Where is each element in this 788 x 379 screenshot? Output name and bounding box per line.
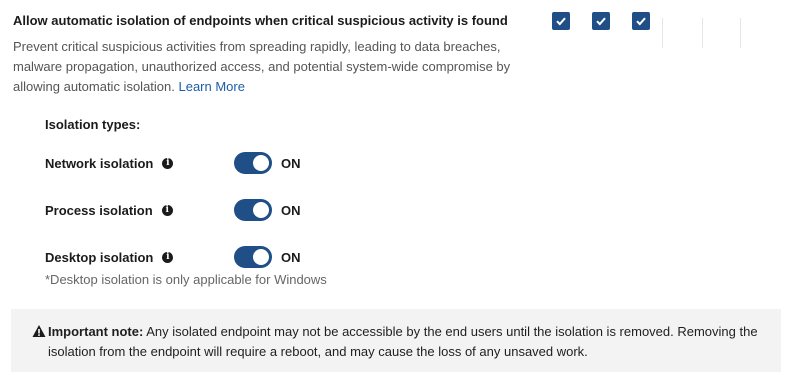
toggle-knob: [253, 249, 269, 265]
toggle-knob: [253, 202, 269, 218]
toggle-knob: [253, 155, 269, 171]
checkmark-icon: [596, 17, 606, 26]
setting-description-text: Prevent critical suspicious activities f…: [13, 39, 511, 94]
important-note-box: Important note: Any isolated endpoint ma…: [11, 309, 781, 372]
column-divider: [702, 18, 703, 48]
important-note-text: Important note: Any isolated endpoint ma…: [48, 322, 773, 362]
important-note-body: Any isolated endpoint may not be accessi…: [48, 324, 758, 359]
column-divider: [740, 18, 741, 48]
process-isolation-state: ON: [281, 203, 301, 218]
important-note-label: Important note:: [48, 324, 144, 339]
policy-checkbox-3[interactable]: [632, 12, 650, 30]
policy-checkbox-2[interactable]: [592, 12, 610, 30]
network-isolation-row: Network isolation i: [45, 151, 174, 175]
checkmark-icon: [636, 17, 646, 26]
warning-icon: [32, 325, 46, 337]
desktop-isolation-toggle[interactable]: [234, 246, 272, 268]
process-isolation-row: Process isolation i: [45, 198, 173, 222]
network-isolation-toggle[interactable]: [234, 152, 272, 174]
column-divider: [662, 18, 663, 48]
network-isolation-state: ON: [281, 156, 301, 171]
policy-checkbox-1[interactable]: [552, 12, 570, 30]
desktop-isolation-state: ON: [281, 250, 301, 265]
setting-title: Allow automatic isolation of endpoints w…: [13, 13, 508, 28]
desktop-isolation-label: Desktop isolation: [45, 249, 154, 265]
desktop-isolation-footnote: *Desktop isolation is only applicable fo…: [45, 272, 327, 287]
info-icon[interactable]: i: [162, 251, 174, 263]
learn-more-link[interactable]: Learn More: [178, 79, 244, 94]
process-isolation-toggle[interactable]: [234, 199, 272, 221]
setting-description: Prevent critical suspicious activities f…: [13, 37, 523, 97]
info-icon[interactable]: i: [162, 157, 174, 169]
network-isolation-label: Network isolation: [45, 155, 154, 171]
checkmark-icon: [556, 17, 566, 26]
desktop-isolation-row: Desktop isolation i: [45, 245, 174, 269]
isolation-types-heading: Isolation types:: [45, 117, 141, 132]
info-icon[interactable]: i: [161, 204, 173, 216]
process-isolation-label: Process isolation: [45, 202, 153, 218]
